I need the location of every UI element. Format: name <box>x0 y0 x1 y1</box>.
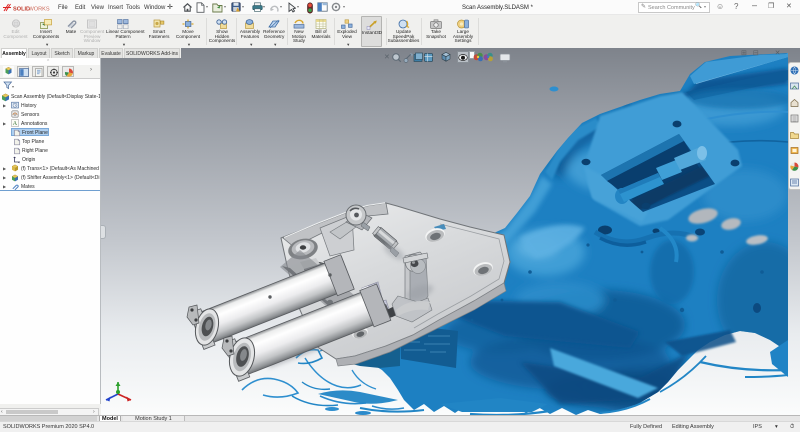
svg-text:A: A <box>13 121 18 127</box>
svg-text:WORKS: WORKS <box>29 7 50 13</box>
